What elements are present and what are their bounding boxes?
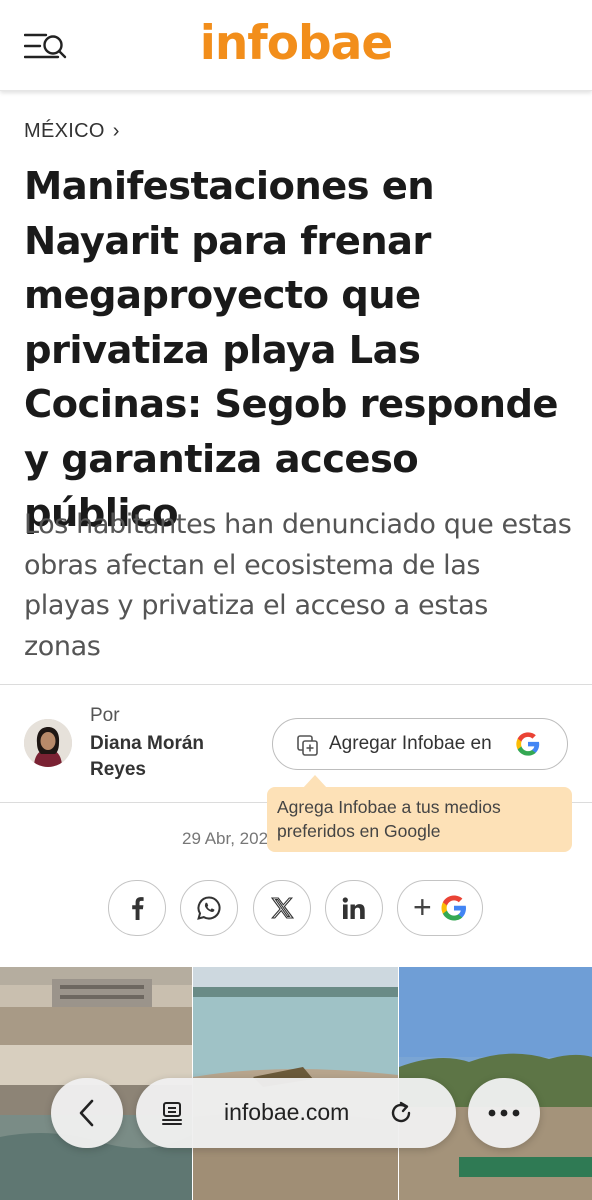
- url-text: infobae.com: [224, 1099, 350, 1125]
- more-icon: [488, 1109, 520, 1117]
- divider: [0, 684, 592, 685]
- x-icon: [271, 897, 294, 919]
- share-x-button[interactable]: [253, 880, 311, 936]
- chevron-right-icon: ›: [112, 120, 120, 142]
- add-to-google-label: Agregar Infobae en: [329, 733, 492, 754]
- publish-date: 29 Abr, 202: [182, 829, 269, 848]
- back-button[interactable]: [51, 1078, 123, 1148]
- byline-label: Por: [90, 705, 120, 726]
- share-google-button[interactable]: +: [397, 880, 483, 936]
- article-headline: Manifestaciones en Nayarit para frenar m…: [24, 164, 559, 536]
- plus-label: +: [413, 889, 432, 925]
- share-linkedin-button[interactable]: [325, 880, 383, 936]
- article-subheadline: Los habitantes han denunciado que estas …: [24, 509, 572, 662]
- google-icon: [441, 895, 466, 921]
- whatsapp-icon: [197, 896, 221, 920]
- share-facebook-button[interactable]: [108, 880, 166, 936]
- facebook-icon: [132, 897, 144, 920]
- browser-menu-button[interactable]: [468, 1078, 540, 1148]
- add-source-icon: [297, 735, 319, 762]
- author-avatar[interactable]: [24, 719, 72, 767]
- section-link[interactable]: MÉXICO ›: [24, 120, 120, 143]
- google-icon: [514, 730, 542, 763]
- add-to-google-button[interactable]: Agregar Infobae en: [272, 718, 568, 770]
- google-tooltip: Agrega Infobae a tus medios preferidos e…: [267, 787, 572, 852]
- section-label: MÉXICO: [24, 120, 105, 142]
- brand-logo[interactable]: infobae: [0, 16, 592, 71]
- site-header: infobae: [0, 0, 592, 91]
- reload-icon[interactable]: [388, 1100, 414, 1126]
- address-bar[interactable]: infobae.com: [136, 1078, 456, 1148]
- author-name[interactable]: Diana Morán Reyes: [90, 731, 250, 783]
- share-whatsapp-button[interactable]: [180, 880, 238, 936]
- reader-mode-icon[interactable]: [160, 1100, 186, 1126]
- back-icon: [79, 1099, 94, 1127]
- linkedin-icon: [342, 897, 365, 919]
